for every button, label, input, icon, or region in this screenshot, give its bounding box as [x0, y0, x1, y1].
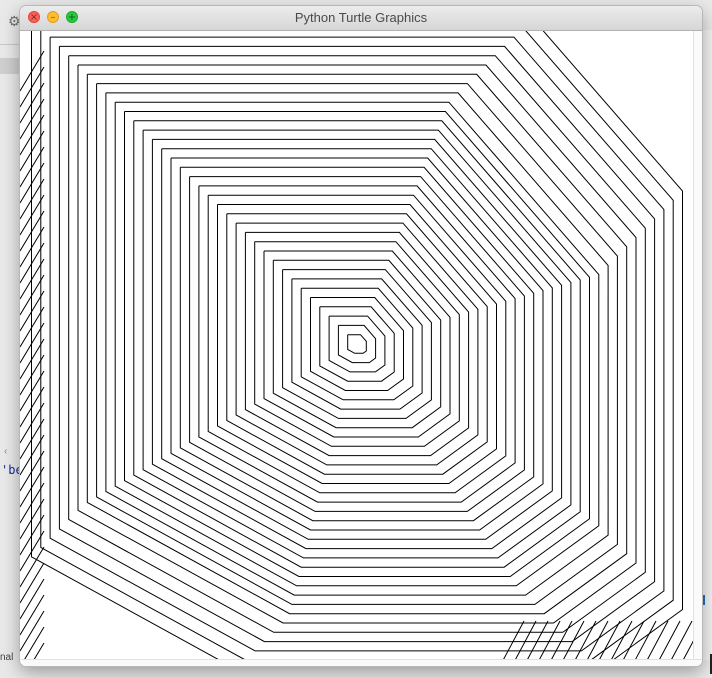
- divider: [0, 44, 22, 45]
- turtle-window: × – + Python Turtle Graphics: [20, 6, 702, 666]
- sidebar-tab[interactable]: [0, 58, 22, 74]
- vertical-scrollbar[interactable]: [693, 31, 702, 666]
- title-bar[interactable]: × – + Python Turtle Graphics: [20, 6, 702, 31]
- turtle-canvas[interactable]: [20, 31, 702, 666]
- chevron-left-icon[interactable]: ‹: [4, 446, 7, 457]
- horizontal-scrollbar[interactable]: [20, 659, 702, 666]
- status-fragment: nal: [0, 652, 14, 663]
- spiral-path: [31, 31, 683, 666]
- window-title: Python Turtle Graphics: [294, 10, 428, 25]
- turtle-drawing: [20, 31, 702, 666]
